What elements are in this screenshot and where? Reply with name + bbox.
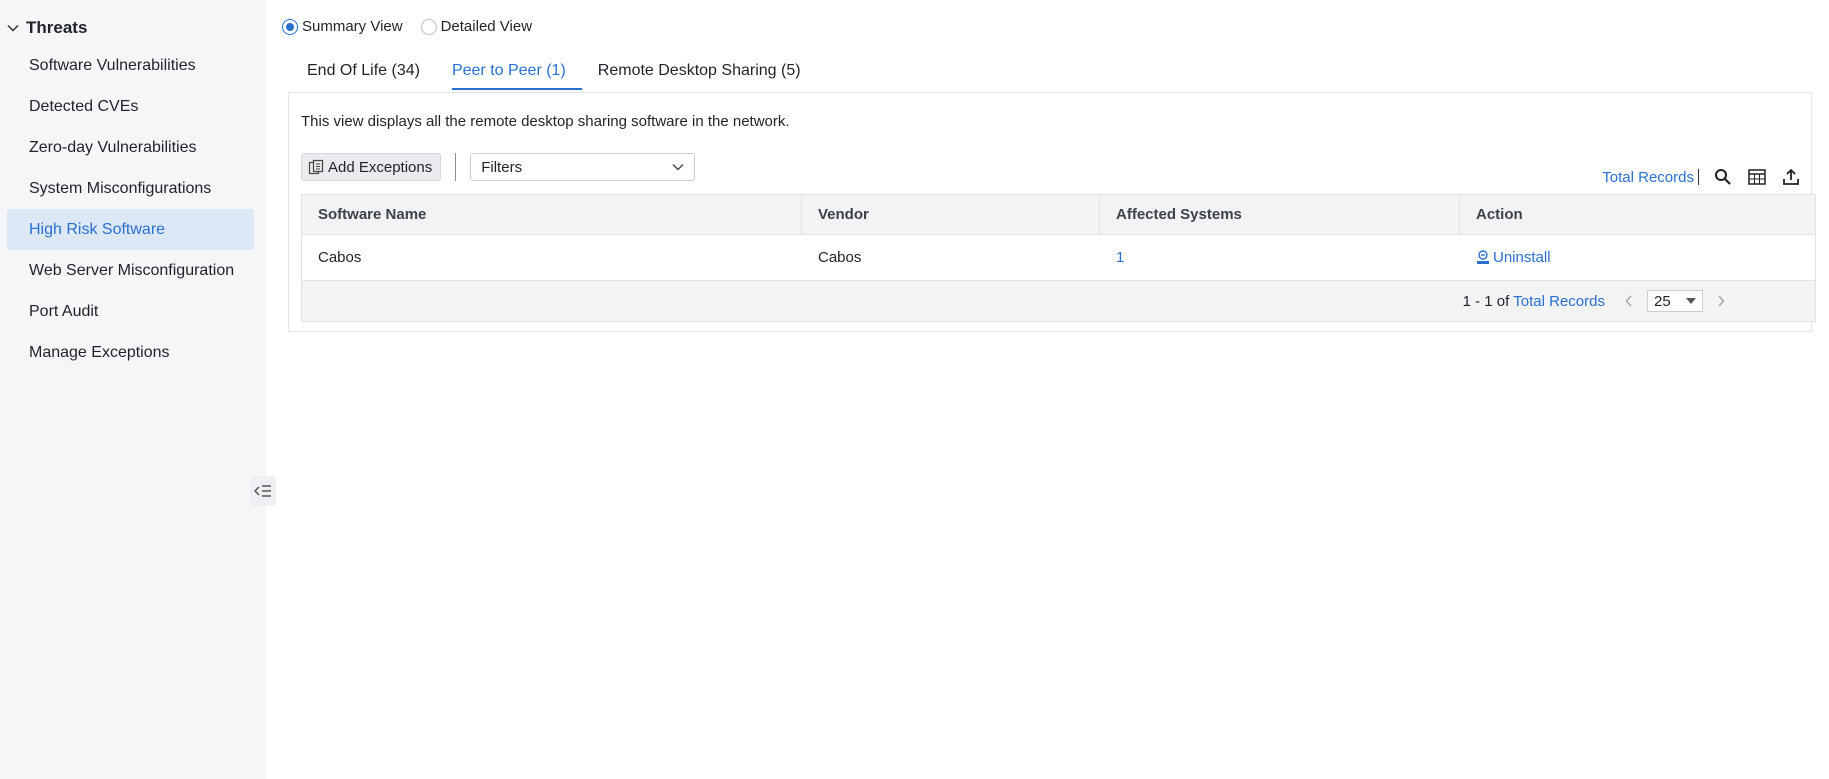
affected-systems-link[interactable]: 1 <box>1116 249 1124 266</box>
detailed-view-option[interactable]: Detailed View <box>420 18 533 35</box>
cell-action-wrap: Uninstall <box>1460 235 1815 280</box>
sidebar-item-system-misconfigurations[interactable]: System Misconfigurations <box>7 168 254 209</box>
software-table: Software Name Vendor Affected Systems Ac… <box>301 194 1816 322</box>
uninstall-label: Uninstall <box>1493 249 1551 266</box>
content-panel: This view displays all the remote deskto… <box>288 92 1816 332</box>
chevron-right-icon[interactable] <box>1713 291 1729 311</box>
summary-view-option[interactable]: Summary View <box>282 18 403 35</box>
tab-peer-to-peer[interactable]: Peer to Peer (1) <box>436 56 582 90</box>
filters-dropdown[interactable]: Filters <box>470 153 696 181</box>
category-tabs: End Of Life (34) Peer to Peer (1) Remote… <box>291 56 817 90</box>
chevron-down-icon <box>6 21 20 35</box>
column-header-vendor[interactable]: Vendor <box>802 195 1100 234</box>
column-header-software-name[interactable]: Software Name <box>302 195 802 234</box>
table-footer: 1 - 1 of Total Records 25 <box>302 281 1815 321</box>
table-tools: Total Records <box>1602 167 1801 187</box>
column-header-affected-systems[interactable]: Affected Systems <box>1100 195 1460 234</box>
column-chooser-icon[interactable] <box>1747 167 1767 187</box>
toolbar-divider <box>455 153 457 181</box>
caret-down-icon <box>1686 298 1696 304</box>
per-page-value: 25 <box>1654 292 1671 310</box>
cell-affected-systems-wrap: 1 <box>1100 235 1460 280</box>
table-row: Cabos Cabos 1 Uninstall <box>302 235 1815 281</box>
sidebar-item-zero-day-vulnerabilities[interactable]: Zero-day Vulnerabilities <box>7 127 254 168</box>
per-page-select[interactable]: 25 <box>1647 290 1703 312</box>
sidebar-item-port-audit[interactable]: Port Audit <box>7 291 254 332</box>
threats-section-toggle[interactable]: Threats <box>6 18 87 38</box>
threats-section-title: Threats <box>26 18 88 37</box>
cell-software-name: Cabos <box>318 249 362 266</box>
tab-end-of-life[interactable]: End Of Life (34) <box>291 56 436 90</box>
total-records-link[interactable]: Total Records <box>1602 169 1694 186</box>
cell-vendor: Cabos <box>818 249 862 266</box>
add-exceptions-label: Add Exceptions <box>328 158 433 176</box>
uninstall-button[interactable]: Uninstall <box>1476 249 1551 266</box>
detailed-view-radio[interactable] <box>420 18 437 35</box>
sidebar-item-manage-exceptions[interactable]: Manage Exceptions <box>7 332 254 373</box>
chevron-down-icon <box>672 164 684 171</box>
tab-remote-desktop-sharing[interactable]: Remote Desktop Sharing (5) <box>582 56 817 90</box>
sidebar-item-high-risk-software[interactable]: High Risk Software <box>7 209 254 250</box>
view-toggle: Summary View Detailed View <box>282 18 532 35</box>
text-cursor <box>1698 169 1699 185</box>
chevron-left-icon[interactable] <box>1621 291 1637 311</box>
pagination-range: 1 - 1 of <box>1462 292 1510 310</box>
sidebar-list: Software Vulnerabilities Detected CVEs Z… <box>7 45 254 373</box>
add-exceptions-icon <box>308 159 324 175</box>
table-toolbar: Add Exceptions Filters <box>301 153 696 181</box>
summary-view-label: Summary View <box>302 18 403 35</box>
filters-label: Filters <box>481 158 523 176</box>
view-description: This view displays all the remote deskto… <box>301 113 790 130</box>
main-content: Summary View Detailed View End Of Life (… <box>266 0 1829 779</box>
sidebar-item-software-vulnerabilities[interactable]: Software Vulnerabilities <box>7 45 254 86</box>
search-icon[interactable] <box>1713 167 1733 187</box>
sidebar-item-detected-cves[interactable]: Detected CVEs <box>7 86 254 127</box>
footer-total-records-link[interactable]: Total Records <box>1513 293 1605 310</box>
sidebar: Threats Software Vulnerabilities Detecte… <box>0 0 276 779</box>
uninstall-icon <box>1477 250 1489 264</box>
detailed-view-label: Detailed View <box>440 18 533 35</box>
sidebar-item-web-server-misconfiguration[interactable]: Web Server Misconfiguration <box>7 250 254 291</box>
summary-view-radio[interactable] <box>282 18 298 35</box>
column-header-action: Action <box>1476 206 1523 223</box>
table-header: Software Name Vendor Affected Systems Ac… <box>302 195 1815 235</box>
add-exceptions-button[interactable]: Add Exceptions <box>301 153 442 181</box>
export-icon[interactable] <box>1781 167 1801 187</box>
